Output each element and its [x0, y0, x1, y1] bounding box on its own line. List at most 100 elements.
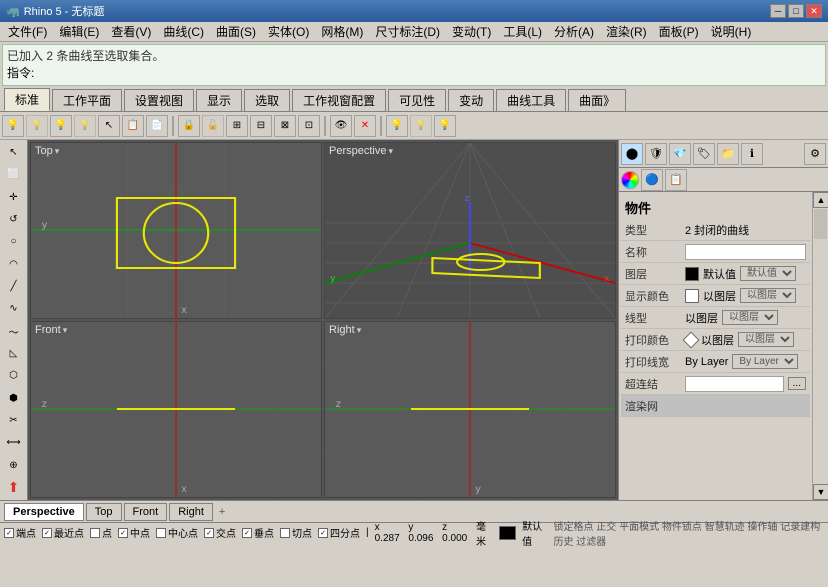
tab-standard[interactable]: 标准	[4, 88, 50, 111]
viewport-right[interactable]: Right ▾ y z	[324, 321, 616, 498]
rp-btn-info[interactable]: ℹ	[741, 143, 763, 165]
rp-btn-color[interactable]: ⬤	[621, 143, 643, 165]
tool-line[interactable]: ╱	[2, 276, 26, 297]
tool-extend[interactable]: ⟷	[2, 432, 26, 453]
snap-center-check[interactable]	[156, 528, 166, 538]
tab-display[interactable]: 显示	[196, 89, 242, 111]
menu-view[interactable]: 查看(V)	[105, 22, 157, 41]
tab-workplane[interactable]: 工作平面	[52, 89, 122, 111]
tool-3d2[interactable]: ⬡	[2, 365, 26, 386]
maximize-button[interactable]: □	[788, 4, 804, 18]
snap-point-check[interactable]	[90, 528, 100, 538]
snap-near[interactable]: 最近点	[42, 525, 84, 540]
layer-dropdown[interactable]: 默认值	[740, 266, 796, 281]
menu-tools[interactable]: 工具(L)	[497, 22, 548, 41]
rp-btn-settings[interactable]: ⚙	[804, 143, 826, 165]
tab-select[interactable]: 选取	[244, 89, 290, 111]
menu-curve[interactable]: 曲线(C)	[157, 22, 210, 41]
tool-grid1[interactable]: ⊞	[226, 115, 248, 137]
tool-3d3[interactable]: ⬢	[2, 387, 26, 408]
tool-curve[interactable]: ∿	[2, 298, 26, 319]
snap-perp-check[interactable]	[242, 528, 252, 538]
viewport-top-dropdown[interactable]: ▾	[55, 146, 60, 157]
tool-arrow2[interactable]: ⬆	[2, 477, 26, 498]
menu-help[interactable]: 说明(H)	[705, 22, 758, 41]
tab-curvetools[interactable]: 曲线工具	[496, 89, 566, 111]
bottom-tab-right[interactable]: Right	[169, 503, 213, 521]
viewport-front-dropdown[interactable]: ▾	[63, 325, 68, 336]
printwidth-dropdown[interactable]: By Layer	[732, 354, 798, 369]
linetype-dropdown[interactable]: 以图层	[722, 310, 778, 325]
tool-move[interactable]: ✛	[2, 187, 26, 208]
tool-layer2[interactable]: 📄	[146, 115, 168, 137]
tool-eye1[interactable]: 👁	[330, 115, 352, 137]
tab-transform[interactable]: 变动	[448, 89, 494, 111]
rp-btn-texture[interactable]: 📋	[665, 169, 687, 191]
command-input[interactable]	[38, 66, 118, 80]
close-button[interactable]: ✕	[806, 4, 822, 18]
rp-btn-tag[interactable]: 🏷	[693, 143, 715, 165]
tab-workwin[interactable]: 工作视窗配置	[292, 89, 386, 111]
snap-near-check[interactable]	[42, 528, 52, 538]
tool-lock2[interactable]: 🔓	[202, 115, 224, 137]
viewport-perspective[interactable]: Perspective ▾	[324, 142, 616, 319]
printcolor-dropdown[interactable]: 以图层	[738, 332, 794, 347]
tab-setview[interactable]: 设置视图	[124, 89, 194, 111]
tool-lightbulb-1[interactable]: 💡	[2, 115, 24, 137]
dispcolor-dropdown[interactable]: 以图层	[740, 288, 796, 303]
tool-3d1[interactable]: ◺	[2, 343, 26, 364]
tool-bulb-c[interactable]: 💡	[434, 115, 456, 137]
menu-panel[interactable]: 面板(P)	[653, 22, 705, 41]
menu-solid[interactable]: 实体(O)	[262, 22, 315, 41]
hyperlink-input[interactable]	[685, 376, 784, 392]
tool-lightbulb-4[interactable]: 💡	[74, 115, 96, 137]
tool-rotate[interactable]: ↺	[2, 209, 26, 230]
snap-point[interactable]: 点	[90, 525, 112, 540]
tool-bulb-a[interactable]: 💡	[386, 115, 408, 137]
menu-surface[interactable]: 曲面(S)	[210, 22, 262, 41]
tool-join[interactable]: ⊕	[2, 454, 26, 475]
tool-lightbulb-2[interactable]: 💡	[26, 115, 48, 137]
rp-btn-render[interactable]: 💎	[669, 143, 691, 165]
tool-arrow[interactable]: ↖	[2, 142, 26, 163]
scroll-thumb[interactable]	[814, 209, 827, 239]
name-input[interactable]	[685, 244, 806, 260]
scroll-down-button[interactable]: ▼	[813, 484, 828, 500]
tool-bulb-b[interactable]: 💡	[410, 115, 432, 137]
scroll-up-button[interactable]: ▲	[813, 192, 828, 208]
tool-trim[interactable]: ✂	[2, 410, 26, 431]
menu-transform[interactable]: 变动(T)	[446, 22, 497, 41]
menu-analysis[interactable]: 分析(A)	[548, 22, 600, 41]
menu-render[interactable]: 渲染(R)	[600, 22, 653, 41]
tab-surface[interactable]: 曲面》	[568, 89, 626, 111]
snap-mid-check[interactable]	[118, 528, 128, 538]
snap-mid[interactable]: 中点	[118, 525, 150, 540]
snap-tan[interactable]: 切点	[280, 525, 312, 540]
tool-circle[interactable]: ○	[2, 231, 26, 252]
tool-layer[interactable]: 📋	[122, 115, 144, 137]
snap-intersect-check[interactable]	[204, 528, 214, 538]
bottom-tab-front[interactable]: Front	[124, 503, 168, 521]
snap-center[interactable]: 中心点	[156, 525, 198, 540]
menu-edit[interactable]: 编辑(E)	[53, 22, 105, 41]
menu-file[interactable]: 文件(F)	[2, 22, 53, 41]
tool-cursor[interactable]: ↖	[98, 115, 120, 137]
menu-dim[interactable]: 尺寸标注(D)	[369, 22, 446, 41]
rp-btn-layer[interactable]: 🛡	[645, 143, 667, 165]
rp-btn-folder[interactable]: 📁	[717, 143, 739, 165]
viewport-front[interactable]: Front ▾ x z	[30, 321, 322, 498]
snap-endpoint[interactable]: 端点	[4, 525, 36, 540]
snap-quad[interactable]: 四分点	[318, 525, 360, 540]
tool-dotted-rect[interactable]: ⬜	[2, 164, 26, 185]
viewport-perspective-dropdown[interactable]: ▾	[388, 146, 393, 157]
tool-freeform[interactable]: 〜	[2, 321, 26, 342]
snap-tan-check[interactable]	[280, 528, 290, 538]
tool-grid2[interactable]: ⊟	[250, 115, 272, 137]
bottom-tab-top[interactable]: Top	[86, 503, 122, 521]
tool-arc[interactable]: ◠	[2, 254, 26, 275]
tab-visible[interactable]: 可见性	[388, 89, 446, 111]
viewport-right-dropdown[interactable]: ▾	[357, 325, 362, 336]
bottom-tab-add-button[interactable]: +	[215, 505, 229, 519]
snap-quad-check[interactable]	[318, 528, 328, 538]
snap-endpoint-check[interactable]	[4, 528, 14, 538]
